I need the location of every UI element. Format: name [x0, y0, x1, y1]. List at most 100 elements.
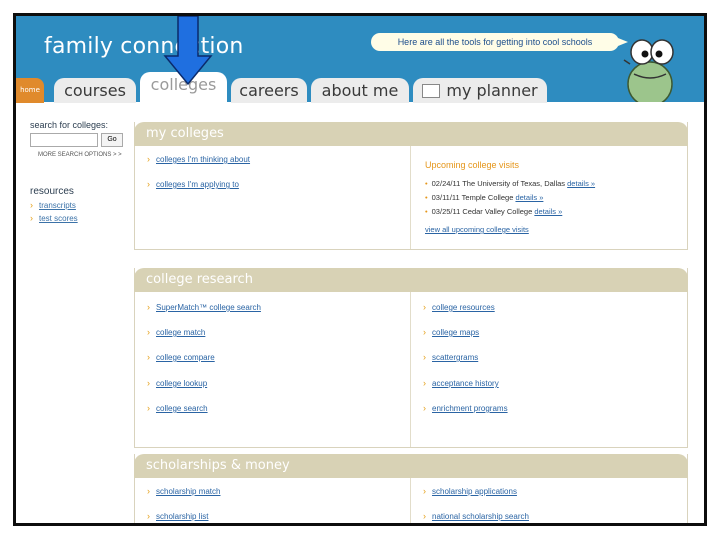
- site-logo[interactable]: family connection: [44, 34, 244, 59]
- main-nav-tabs: home courses colleges careers about me m…: [16, 72, 704, 103]
- search-label: search for colleges:: [30, 120, 109, 130]
- chevron-right-icon: ›: [147, 302, 150, 312]
- search-row: Go: [30, 133, 140, 147]
- link-label: college search: [156, 404, 208, 413]
- visit-details-link[interactable]: details »: [567, 179, 595, 188]
- tab-my-planner-label: my planner: [446, 81, 538, 100]
- college-search-input[interactable]: [30, 133, 98, 147]
- link-scattergrams[interactable]: › scattergrams: [423, 352, 478, 362]
- resource-test-scores-label: test scores: [39, 214, 78, 223]
- my-colleges-panel: my colleges › colleges I'm thinking about…: [134, 122, 688, 250]
- chevron-right-icon: ›: [147, 486, 150, 496]
- tab-my-planner[interactable]: my planner: [413, 78, 547, 103]
- link-college-compare[interactable]: › college compare: [147, 352, 215, 362]
- chevron-right-icon: ›: [423, 327, 426, 337]
- link-scholarship-list[interactable]: › scholarship list: [147, 511, 208, 521]
- scholarships-left: › scholarship match › scholarship list: [135, 478, 410, 523]
- view-all-visits-link[interactable]: view all upcoming college visits: [425, 225, 529, 234]
- chevron-right-icon: ›: [423, 403, 426, 413]
- visit-text: 03/25/11 Cedar Valley College: [431, 207, 533, 216]
- my-colleges-title: my colleges: [134, 122, 688, 146]
- visit-details-link[interactable]: details »: [534, 207, 562, 216]
- chevron-right-icon: ›: [147, 378, 150, 388]
- bullet-icon: •: [425, 193, 428, 202]
- link-label: scholarship applications: [432, 487, 517, 496]
- link-label: national scholarship search: [432, 512, 529, 521]
- link-acceptance-history[interactable]: › acceptance history: [423, 378, 499, 388]
- college-research-title: college research: [134, 268, 688, 292]
- resource-transcripts[interactable]: › transcripts: [30, 200, 140, 210]
- link-label: scholarship match: [156, 487, 221, 496]
- chevron-right-icon: ›: [147, 154, 150, 164]
- link-colleges-applying-to[interactable]: › colleges I'm applying to: [147, 179, 239, 189]
- chevron-right-icon: ›: [30, 213, 33, 223]
- main-content: search for colleges: Go MORE SEARCH OPTI…: [16, 102, 704, 523]
- chevron-right-icon: ›: [147, 179, 150, 189]
- upcoming-visits: Upcoming college visits • 02/24/11 The Un…: [410, 146, 686, 249]
- link-national-scholarship-search[interactable]: › national scholarship search: [423, 511, 529, 521]
- link-label: college resources: [432, 303, 495, 312]
- link-college-lookup[interactable]: › college lookup: [147, 378, 207, 388]
- link-supermatch[interactable]: › SuperMatch™ college search: [147, 302, 261, 312]
- link-label: enrichment programs: [432, 404, 508, 413]
- link-label: college lookup: [156, 379, 208, 388]
- link-label: college maps: [432, 328, 480, 337]
- visit-text: 02/24/11 The University of Texas, Dallas: [431, 179, 566, 188]
- tab-home[interactable]: home: [16, 78, 44, 103]
- down-arrow-icon: [163, 16, 213, 86]
- site-header: family connection Here are all the tools…: [16, 16, 704, 103]
- link-enrichment-programs[interactable]: › enrichment programs: [423, 403, 508, 413]
- bullet-icon: •: [425, 207, 428, 216]
- visit-details-link[interactable]: details »: [515, 193, 543, 202]
- college-research-right: › college resources › college maps › scatte…: [410, 292, 686, 447]
- go-button[interactable]: Go: [101, 133, 123, 147]
- chevron-right-icon: ›: [423, 486, 426, 496]
- chevron-right-icon: ›: [147, 327, 150, 337]
- tab-courses[interactable]: courses: [54, 78, 136, 103]
- scholarships-panel: scholarships & money › scholarship match …: [134, 454, 688, 523]
- link-college-search[interactable]: › college search: [147, 403, 208, 413]
- resources-heading: resources: [30, 186, 74, 197]
- link-colleges-thinking-about[interactable]: › colleges I'm thinking about: [147, 154, 250, 164]
- more-search-options-link[interactable]: MORE SEARCH OPTIONS > >: [38, 152, 140, 158]
- visit-text: 03/11/11 Temple College: [431, 193, 514, 202]
- link-college-match[interactable]: › college match: [147, 327, 205, 337]
- visit-item: • 02/24/11 The University of Texas, Dalla…: [425, 179, 595, 188]
- college-research-panel: college research › SuperMatch™ college se…: [134, 268, 688, 448]
- chevron-right-icon: ›: [147, 352, 150, 362]
- visit-item: • 03/11/11 Temple College details »: [425, 193, 543, 202]
- bullet-icon: •: [425, 179, 428, 188]
- chevron-right-icon: ›: [423, 511, 426, 521]
- link-label: college compare: [156, 353, 215, 362]
- sidebar: search for colleges: Go MORE SEARCH OPTI…: [30, 120, 140, 223]
- resource-test-scores[interactable]: › test scores: [30, 213, 140, 223]
- chevron-right-icon: ›: [30, 200, 33, 210]
- upcoming-visits-title: Upcoming college visits: [425, 160, 520, 170]
- chevron-right-icon: ›: [147, 403, 150, 413]
- link-college-maps[interactable]: › college maps: [423, 327, 479, 337]
- link-label: colleges I'm thinking about: [156, 155, 251, 164]
- link-label: scattergrams: [432, 353, 479, 362]
- link-scholarship-match[interactable]: › scholarship match: [147, 486, 220, 496]
- link-label: acceptance history: [432, 379, 499, 388]
- browser-frame: family connection Here are all the tools…: [13, 13, 707, 526]
- scholarships-title: scholarships & money: [134, 454, 688, 478]
- speech-bubble: Here are all the tools for getting into …: [371, 33, 628, 51]
- tab-careers[interactable]: careers: [231, 78, 307, 103]
- scholarships-right: › scholarship applications › national scho…: [410, 478, 686, 523]
- link-label: colleges I'm applying to: [156, 180, 239, 189]
- chevron-right-icon: ›: [423, 302, 426, 312]
- college-research-left: › SuperMatch™ college search › college mat…: [135, 292, 410, 447]
- tab-about-me[interactable]: about me: [311, 78, 409, 103]
- link-label: SuperMatch™ college search: [156, 303, 261, 312]
- visit-item: • 03/25/11 Cedar Valley College details »: [425, 207, 562, 216]
- chevron-right-icon: ›: [147, 511, 150, 521]
- resource-transcripts-label: transcripts: [39, 201, 76, 210]
- chevron-right-icon: ›: [423, 378, 426, 388]
- my-colleges-left: › colleges I'm thinking about › colleges I…: [135, 146, 410, 249]
- link-label: scholarship list: [156, 512, 209, 521]
- planner-icon: [422, 83, 441, 98]
- link-college-resources[interactable]: › college resources: [423, 302, 495, 312]
- link-label: college match: [156, 328, 206, 337]
- link-scholarship-applications[interactable]: › scholarship applications: [423, 486, 517, 496]
